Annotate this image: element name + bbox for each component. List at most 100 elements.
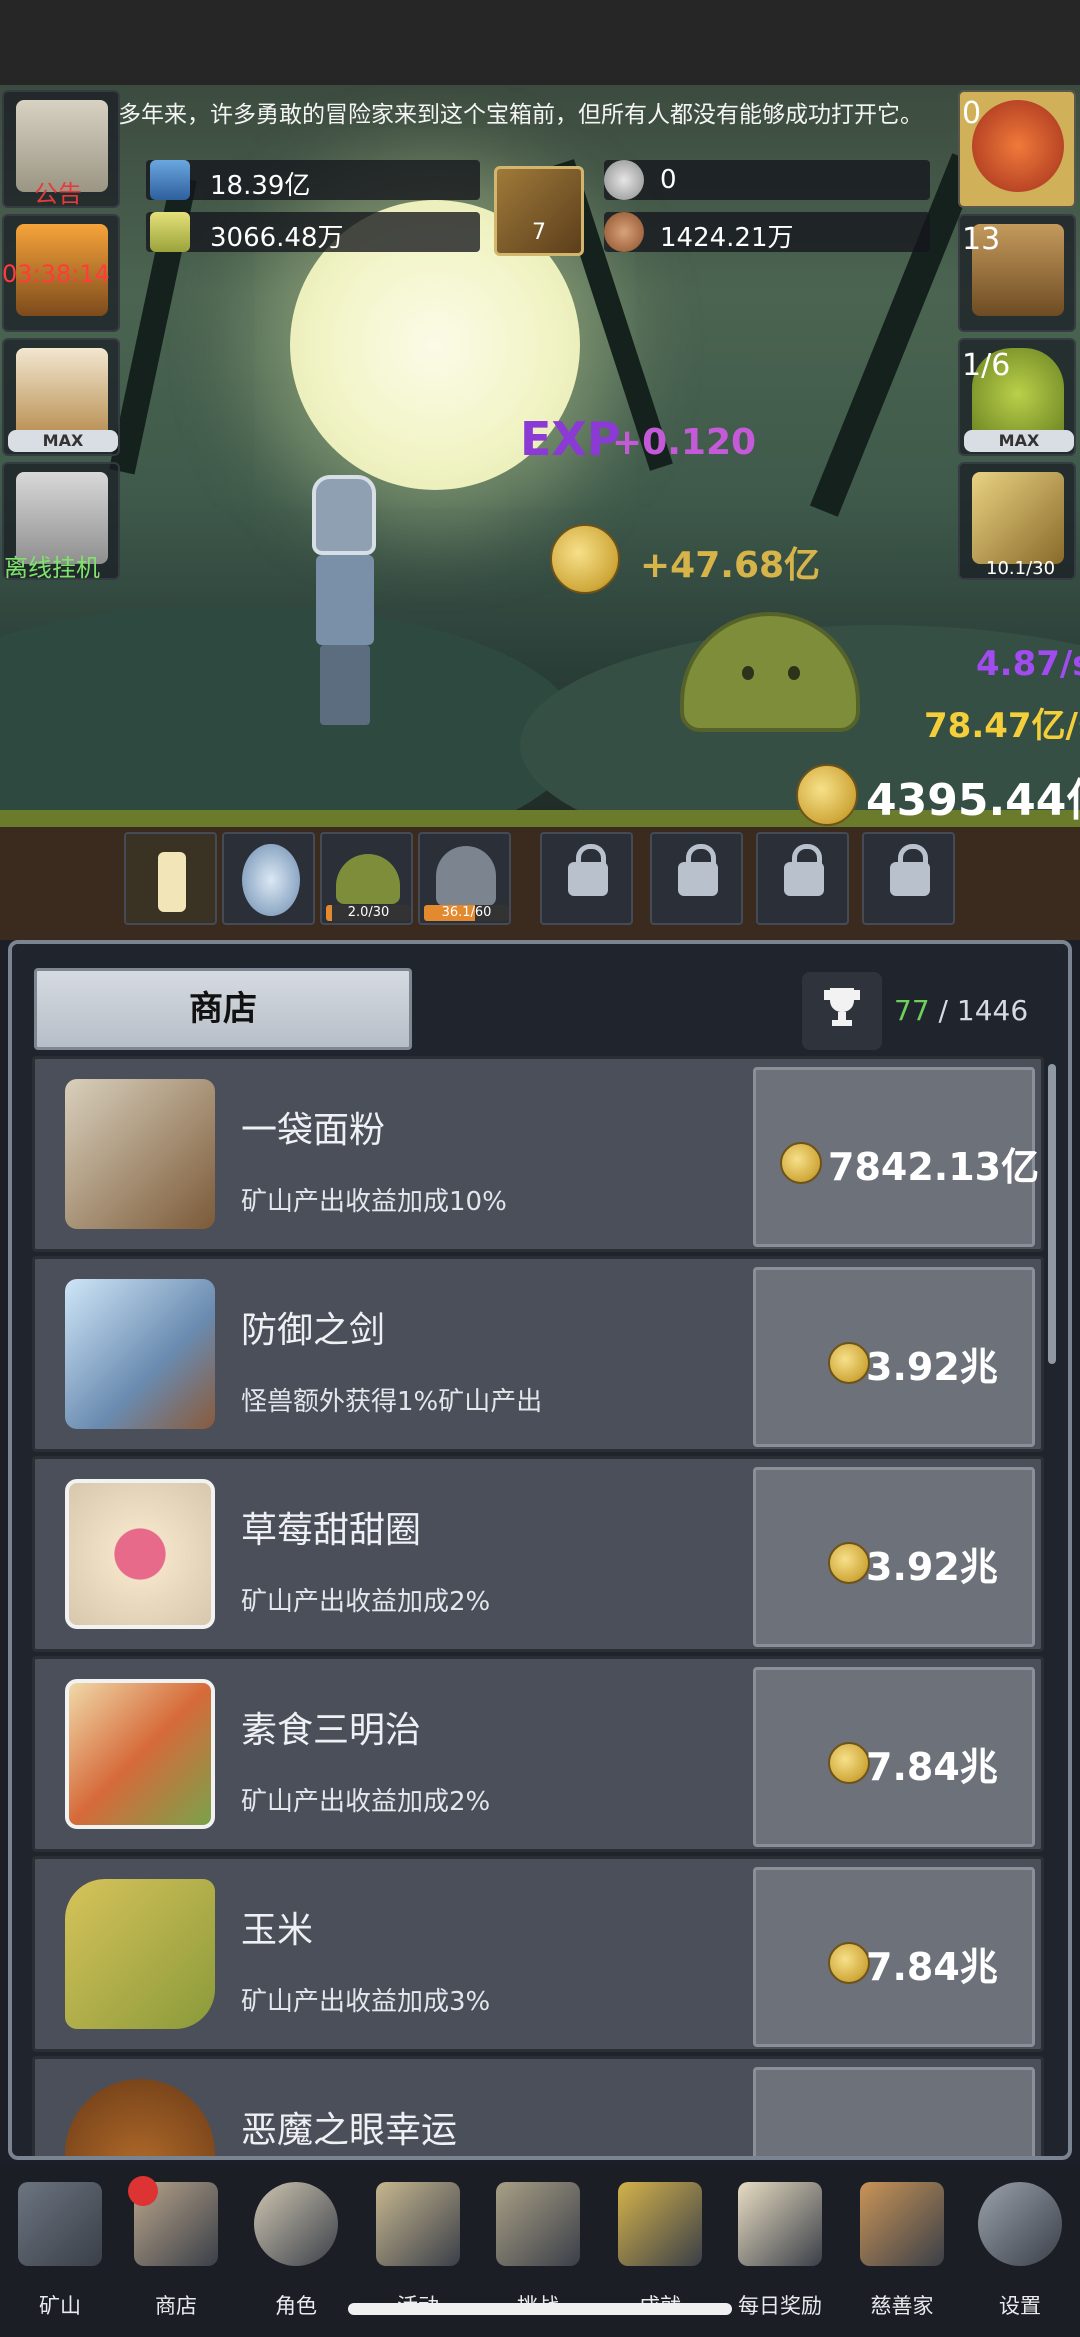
shop-item: 防御之剑 怪兽额外获得1%矿山产出 3.92兆 xyxy=(32,1256,1044,1452)
gold-coin-icon xyxy=(828,1542,870,1584)
shop-item-list[interactable]: 一袋面粉 矿山产出收益加成10% 7842.13亿 防御之剑 怪兽额外获得1%矿… xyxy=(32,1056,1044,2156)
candle-icon xyxy=(158,852,186,912)
nav-settings[interactable]: 设置 xyxy=(960,2176,1080,2318)
nav-achievements[interactable]: 成就 xyxy=(600,2176,720,2318)
resource-silver-coin: 0 xyxy=(604,160,930,200)
book-count: 7 xyxy=(532,220,546,245)
item-desc: 矿山产出收益加成3% xyxy=(241,1987,491,2017)
nav-daily-reward[interactable]: 每日奖励 xyxy=(720,2176,840,2318)
shop-item: 玉米 矿山产出收益加成3% 7.84兆 xyxy=(32,1856,1044,2052)
blue-potion-value: 18.39亿 xyxy=(210,171,311,201)
slime-progress: 1/6 xyxy=(962,348,1011,383)
item-desc: 矿山产出收益加成2% xyxy=(241,1587,491,1617)
buy-button[interactable]: 7842.13亿 xyxy=(753,1067,1039,1247)
notice-label: 公告 xyxy=(34,180,82,208)
beer-mug-icon xyxy=(16,348,108,440)
shop-item: 恶魔之眼幸运 xyxy=(32,2056,1044,2156)
ghost-icon xyxy=(436,846,496,906)
item-price: 3.92兆 xyxy=(866,1545,998,1589)
item-name: 恶魔之眼幸运 xyxy=(241,2110,458,2151)
slot-ghost[interactable]: 36.1/60 xyxy=(418,832,511,925)
silver-coin-icon xyxy=(604,160,644,200)
shop-item: 一袋面粉 矿山产出收益加成10% 7842.13亿 xyxy=(32,1056,1044,1252)
item-name: 草莓甜甜圈 xyxy=(241,1510,422,1551)
meat-value: 1424.21万 xyxy=(660,223,794,253)
slime-eye xyxy=(742,666,754,680)
ghost-slot-progress: 36.1/60 xyxy=(441,905,492,920)
shop-header: 商店 77 / 1446 xyxy=(12,944,1068,1056)
tab-shop[interactable]: 商店 xyxy=(34,968,412,1050)
buy-button[interactable] xyxy=(753,2067,1035,2156)
gold-coin-icon xyxy=(780,1142,822,1184)
sandwich-icon xyxy=(65,1679,215,1829)
item-price: 7.84兆 xyxy=(866,1745,998,1789)
trophy-button[interactable] xyxy=(802,972,882,1050)
demon-eye-icon xyxy=(65,2079,215,2156)
hero-legs xyxy=(320,645,370,725)
buy-button[interactable]: 7.84兆 xyxy=(753,1867,1035,2047)
nav-mine[interactable]: 矿山 xyxy=(0,2176,120,2318)
slot-locked[interactable] xyxy=(862,832,955,925)
tree-branch xyxy=(809,153,981,517)
item-name: 玉米 xyxy=(241,1910,314,1951)
creature-slot-bar: 2.0/30 36.1/60 xyxy=(0,827,1080,940)
beer-max-badge: MAX xyxy=(8,430,118,452)
item-price: 3.92兆 xyxy=(866,1345,998,1389)
yellow-potion-value: 3066.48万 xyxy=(210,223,344,253)
lantern-icon xyxy=(18,2182,102,2266)
slot-egg[interactable] xyxy=(222,832,315,925)
buy-button[interactable]: 3.92兆 xyxy=(753,1467,1035,1647)
nav-character[interactable]: 角色 xyxy=(236,2176,356,2318)
lock-icon xyxy=(890,844,930,896)
lock-icon xyxy=(568,844,608,896)
slime-icon xyxy=(336,854,400,904)
beer-button[interactable]: MAX xyxy=(2,338,120,456)
coin-popup-gain: +47.68亿 xyxy=(640,545,821,586)
slot-locked[interactable] xyxy=(540,832,633,925)
story-ticker: 多年来，许多勇敢的冒险家来到这个宝箱前，但所有人都没有能够成功打开它。 xyxy=(118,102,923,128)
resource-yellow-potion: 3066.48万 xyxy=(146,212,480,253)
slime-eye xyxy=(788,666,800,680)
exp-popup-gain: +0.120 xyxy=(612,422,757,463)
nav-events[interactable]: 活动 xyxy=(358,2176,478,2318)
shop-scrollbar[interactable] xyxy=(1048,1064,1056,1364)
nav-label: 商店 xyxy=(155,2294,197,2318)
sword-icon xyxy=(65,1279,215,1429)
flour-sack-icon xyxy=(65,1079,215,1229)
trophy-icon xyxy=(824,988,860,1026)
slime-slot-progress: 2.0/30 xyxy=(347,905,390,920)
gold-total: 4395.44亿 xyxy=(866,775,1080,826)
nav-philanthropist[interactable]: 慈善家 xyxy=(842,2176,962,2318)
item-desc: 矿山产出收益加成10% xyxy=(241,1187,507,1217)
blue-potion-icon xyxy=(150,160,190,200)
slot-locked[interactable] xyxy=(650,832,743,925)
item-name: 防御之剑 xyxy=(241,1310,386,1351)
key-icon xyxy=(618,2182,702,2266)
buy-button[interactable]: 7.84兆 xyxy=(753,1667,1035,1847)
item-price: 7842.13亿 xyxy=(828,1145,1040,1189)
trophy-separator: / xyxy=(938,994,957,1027)
item-price: 7.84兆 xyxy=(866,1945,998,1989)
item-desc: 怪兽额外获得1%矿山产出 xyxy=(241,1387,543,1417)
torch-timer: 03:38:14 xyxy=(2,260,110,288)
item-name: 一袋面粉 xyxy=(241,1110,386,1151)
trophy-total: 1446 xyxy=(956,994,1029,1027)
slot-locked[interactable] xyxy=(756,832,849,925)
slot-candle[interactable] xyxy=(124,832,217,925)
resource-meat: 1424.21万 xyxy=(604,212,930,253)
shop-panel: 商店 77 / 1446 一袋面粉 矿山产出收益加成10% 7842.13亿 防… xyxy=(8,940,1072,2160)
golden-sword-icon xyxy=(972,472,1064,564)
gold-coin-icon xyxy=(828,1942,870,1984)
trophy-count: 77 / 1446 xyxy=(894,994,1028,1027)
hero-body xyxy=(316,555,374,645)
gold-coin-icon xyxy=(796,764,858,826)
gold-coin-icon xyxy=(550,524,620,594)
buy-button[interactable]: 3.92兆 xyxy=(753,1267,1035,1447)
slot-slime[interactable]: 2.0/30 xyxy=(320,832,413,925)
donut-icon xyxy=(65,1479,215,1629)
slime-max-badge: MAX xyxy=(964,430,1074,452)
chest-count: 13 xyxy=(962,222,1001,257)
gold-coin-icon xyxy=(828,1742,870,1784)
home-indicator[interactable] xyxy=(348,2303,732,2315)
nav-challenge[interactable]: 挑战 xyxy=(478,2176,598,2318)
